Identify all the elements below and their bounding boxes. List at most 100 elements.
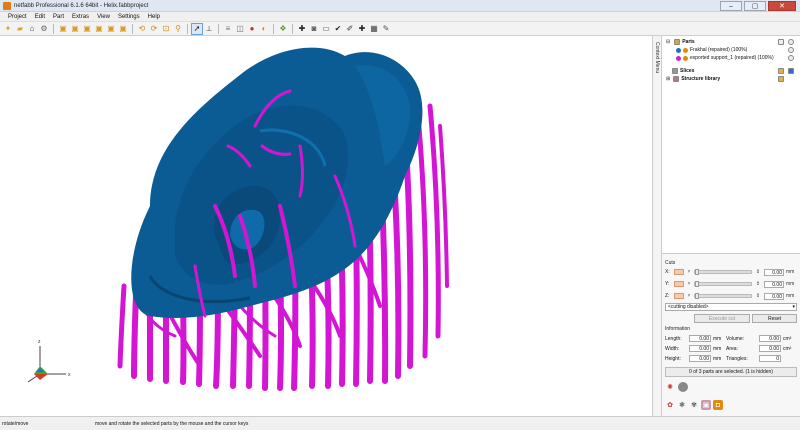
cut-color-y[interactable] <box>674 281 684 287</box>
view-bottom-icon[interactable]: ▣ <box>118 24 128 34</box>
menu-extras[interactable]: Extras <box>68 14 93 20</box>
color-icon[interactable]: ◐ <box>259 24 269 34</box>
support-icon[interactable]: ● <box>247 24 257 34</box>
brush-icon[interactable]: ✎ <box>381 24 391 34</box>
menu-settings[interactable]: Settings <box>114 14 144 20</box>
area-value: 0.00 <box>759 345 781 352</box>
view-back-icon[interactable]: ▣ <box>70 24 80 34</box>
menu-project[interactable]: Project <box>4 14 31 20</box>
rotate-ccw-icon[interactable]: ⟲ <box>137 24 147 34</box>
tool-4-icon[interactable]: ▣ <box>701 400 711 410</box>
close-button[interactable]: ✕ <box>768 1 796 11</box>
menu-edit[interactable]: Edit <box>31 14 49 20</box>
new-icon[interactable]: ✦ <box>3 24 13 34</box>
tree-part-frakhal[interactable]: Frakhal (repaired) (100%) <box>676 46 747 54</box>
cut-slider-y[interactable] <box>694 281 752 287</box>
cut-row-x: X: × ⇕ 0.00 mm <box>665 268 795 276</box>
toolbar: ✦ ▰ ⌂ ⚙ ▣ ▣ ▣ ▣ ▣ ▣ ⟲ ⟳ ⊡ ⚲ ➚ ⟂ ≡ ◫ ● ◐ … <box>0 22 800 36</box>
part-remove-icon[interactable] <box>788 55 794 61</box>
structure-add-icon[interactable] <box>778 76 784 82</box>
info-row-height-triangles: Height: 0.00 mm Triangles: 0 <box>665 355 781 362</box>
mesh-icon[interactable]: ◫ <box>235 24 245 34</box>
parts-folder-icon <box>674 39 681 45</box>
tree-part-support[interactable]: exported support_1 (repaired) (100%) <box>676 54 774 62</box>
parts-add-icon[interactable] <box>788 39 794 45</box>
tree-structure-library[interactable]: ⊞ Structure library <box>666 75 720 83</box>
menu-part[interactable]: Part <box>49 14 68 20</box>
height-value: 0.00 <box>689 355 711 362</box>
toolbar-separator <box>187 23 188 34</box>
cut-slider-x[interactable] <box>694 269 752 275</box>
cut-color-x[interactable] <box>674 269 684 275</box>
tool-5-icon[interactable]: ◘ <box>713 400 723 410</box>
spin-icon[interactable]: ⇕ <box>754 269 762 275</box>
reset-button[interactable]: Reset <box>752 314 797 323</box>
tool-1-icon[interactable]: ✿ <box>665 400 675 410</box>
spin-icon[interactable]: ⇕ <box>754 293 762 299</box>
model-render: z x <box>27 47 449 391</box>
zoom-fit-icon[interactable]: ⊡ <box>161 24 171 34</box>
axis-x-label: x <box>68 372 71 378</box>
spin-icon[interactable]: ⇕ <box>754 281 762 287</box>
slider-thumb[interactable] <box>695 281 699 287</box>
slider-thumb[interactable] <box>695 269 699 275</box>
context-menu-tab[interactable]: Context Menu <box>652 36 662 416</box>
toolbar-separator <box>292 23 293 34</box>
3d-viewport[interactable]: z x <box>0 36 652 416</box>
cut-value-z[interactable]: 0.00 <box>764 292 784 300</box>
check-icon[interactable]: ✔ <box>333 24 343 34</box>
measure-icon[interactable]: ⟂ <box>204 24 214 34</box>
menu-view[interactable]: View <box>93 14 114 20</box>
select-cursor-icon[interactable]: ➚ <box>191 22 203 35</box>
minimize-button[interactable]: – <box>720 1 742 11</box>
view-front-icon[interactable]: ▣ <box>58 24 68 34</box>
tree-slices[interactable]: Slices <box>666 67 694 75</box>
menu-help[interactable]: Help <box>144 14 164 20</box>
open-icon[interactable]: ▰ <box>15 24 25 34</box>
compass-icon[interactable]: ✺ <box>665 382 675 392</box>
triangles-value: 0 <box>759 355 781 362</box>
cut-row-y: Y: × ⇕ 0.00 mm <box>665 280 795 288</box>
part-remove-icon[interactable] <box>788 47 794 53</box>
window-title: netfabb Professional 6.1.6 64bit - Helix… <box>14 2 149 9</box>
context-menu-label: Context Menu <box>654 42 660 74</box>
cut-value-x[interactable]: 0.00 <box>764 268 784 276</box>
fabb-icon[interactable]: ▦ <box>369 24 379 34</box>
cutting-mode-select[interactable]: <cutting disabled> ▾ <box>665 303 797 311</box>
part-icon[interactable]: ❖ <box>278 24 288 34</box>
expand-icon[interactable]: ⊞ <box>666 76 670 82</box>
sphere-icon[interactable] <box>678 382 688 392</box>
view-left-icon[interactable]: ▣ <box>82 24 92 34</box>
execute-cut-button[interactable]: Execute cut <box>694 314 750 323</box>
view-top-icon[interactable]: ▣ <box>106 24 116 34</box>
camera-icon[interactable]: ◙ <box>309 24 319 34</box>
repair-icon[interactable]: ✚ <box>357 24 367 34</box>
cut-clear-icon[interactable]: × <box>686 293 692 299</box>
tree-parts[interactable]: ⊟ Parts <box>666 38 695 46</box>
zoom-icon[interactable]: ⚲ <box>173 24 183 34</box>
cut-value-y[interactable]: 0.00 <box>764 280 784 288</box>
parts-view-icon[interactable] <box>778 39 784 45</box>
slider-thumb[interactable] <box>695 293 699 299</box>
maximize-button[interactable]: ▢ <box>744 1 766 11</box>
cut-color-z[interactable] <box>674 293 684 299</box>
project-tree: ⊟ Parts Frakhal (repaired) (100%) export… <box>662 36 800 254</box>
collapse-icon[interactable]: ⊟ <box>666 39 670 45</box>
tool-3-icon[interactable]: ✾ <box>689 400 699 410</box>
orientation-axes: z x <box>27 339 71 383</box>
slices-export-icon[interactable] <box>788 68 794 74</box>
slice-icon[interactable]: ≡ <box>223 24 233 34</box>
chevron-down-icon: ▾ <box>792 304 795 310</box>
cut-clear-icon[interactable]: × <box>686 269 692 275</box>
cut-slider-z[interactable] <box>694 293 752 299</box>
settings-icon[interactable]: ⚙ <box>39 24 49 34</box>
view-right-icon[interactable]: ▣ <box>94 24 104 34</box>
wand-icon[interactable]: ✐ <box>345 24 355 34</box>
save-icon[interactable]: ⌂ <box>27 24 37 34</box>
ruler-icon[interactable]: ▭ <box>321 24 331 34</box>
rotate-cw-icon[interactable]: ⟳ <box>149 24 159 34</box>
cut-clear-icon[interactable]: × <box>686 281 692 287</box>
tool-2-icon[interactable]: ❃ <box>677 400 687 410</box>
add-icon[interactable]: ✚ <box>297 24 307 34</box>
slices-add-icon[interactable] <box>778 68 784 74</box>
